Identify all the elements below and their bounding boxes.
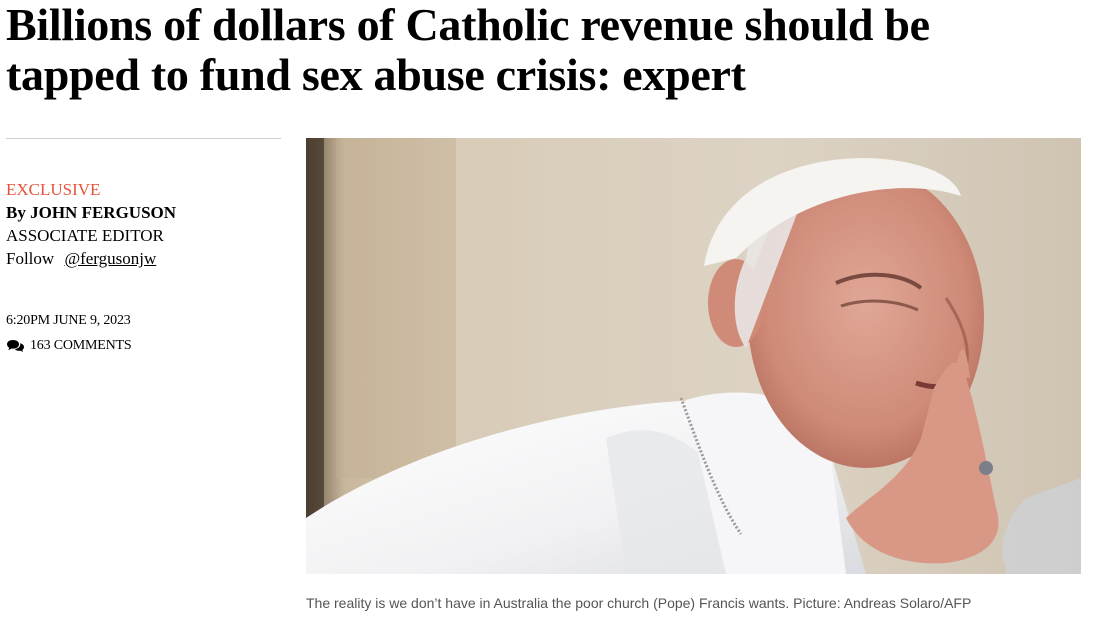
publish-timestamp: 6:20PM JUNE 9, 2023 xyxy=(6,313,131,328)
byline: By JOHN FERGUSON xyxy=(6,201,286,224)
author-role: ASSOCIATE EDITOR xyxy=(6,226,164,245)
headline-line-2: tapped to fund sex abuse crisis: expert xyxy=(6,49,746,100)
article-photo[interactable] xyxy=(306,138,1081,574)
twitter-handle-link[interactable]: @fergusonjw xyxy=(64,249,156,268)
follow-row: Follow @fergusonjw xyxy=(6,247,286,270)
headline-line-1: Billions of dollars of Catholic revenue … xyxy=(6,0,930,50)
photo-caption: The reality is we don’t have in Australi… xyxy=(306,595,972,611)
meta-divider xyxy=(6,138,281,139)
follow-label: Follow xyxy=(6,249,55,268)
speech-bubbles-icon xyxy=(6,339,25,353)
byline-prefix: By xyxy=(6,203,26,222)
comments-count: 163 COMMENTS xyxy=(30,338,132,353)
article-meta: EXCLUSIVE By JOHN FERGUSON ASSOCIATE EDI… xyxy=(6,178,286,270)
comments-link[interactable]: 163 COMMENTS xyxy=(6,336,132,356)
author-name[interactable]: JOHN FERGUSON xyxy=(30,203,176,222)
exclusive-label: EXCLUSIVE xyxy=(6,180,101,199)
headline: Billions of dollars of Catholic revenue … xyxy=(6,0,1096,100)
